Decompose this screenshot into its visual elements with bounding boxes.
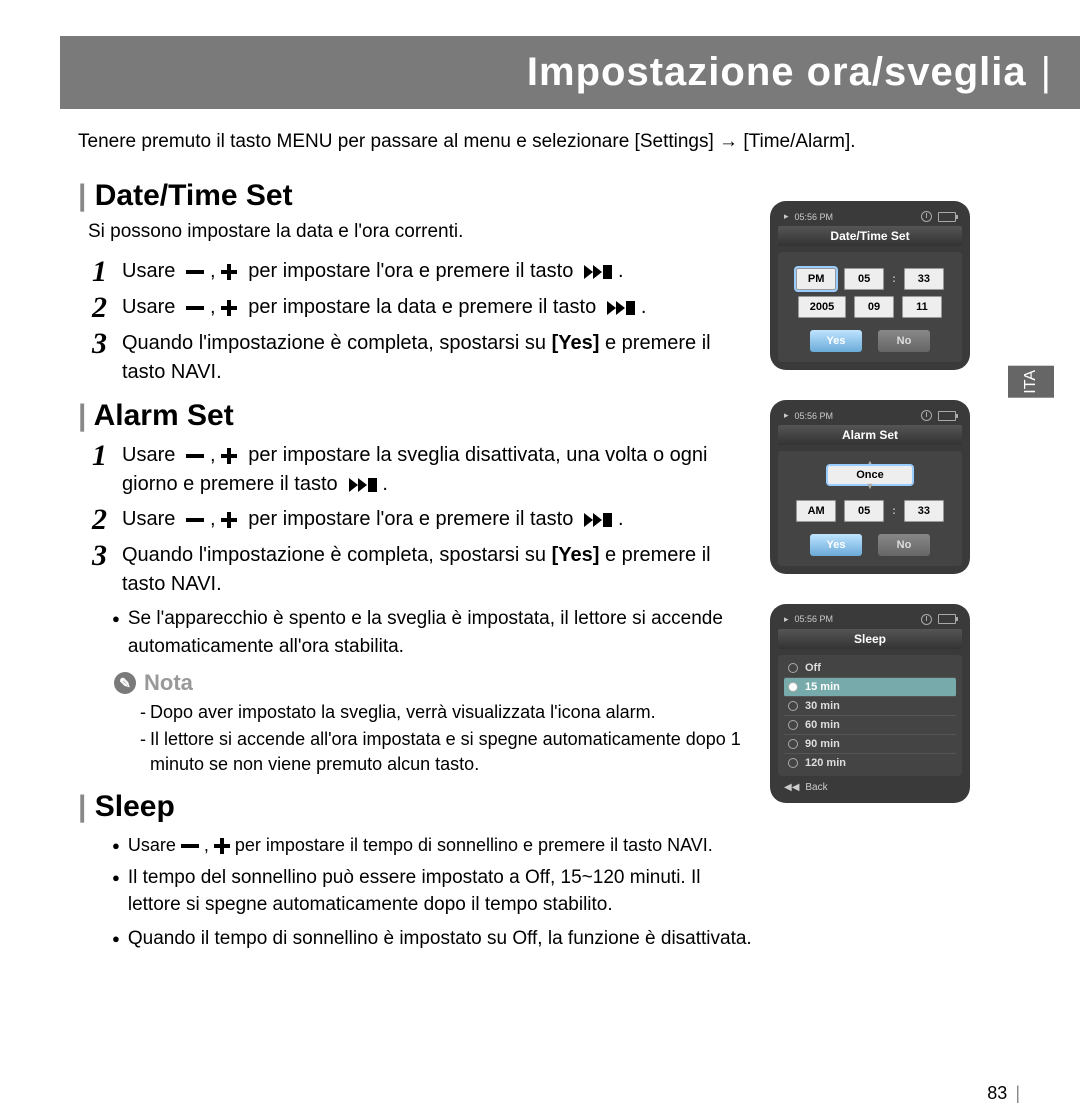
- ampm-cell: AM: [796, 500, 836, 522]
- page-number: 83 |: [987, 1083, 1020, 1104]
- fastforward-icon: [607, 301, 635, 315]
- no-button: No: [878, 330, 930, 352]
- day-cell: 11: [902, 296, 942, 318]
- device-title: Sleep: [778, 629, 962, 649]
- plus-icon: [221, 448, 237, 464]
- battery-icon: [938, 614, 956, 624]
- no-button: No: [878, 534, 930, 556]
- minute-cell: 33: [904, 500, 944, 522]
- sleep-item: 90 min: [784, 735, 956, 754]
- hour-cell: 05: [844, 268, 884, 290]
- plus-icon: [221, 264, 237, 280]
- rewind-icon: ◀◀: [784, 782, 799, 793]
- back-label: Back: [805, 782, 827, 793]
- clock-icon: [921, 614, 932, 625]
- minus-icon: [181, 844, 199, 848]
- datetime-step-1: 1 Usare , per impostare l'ora e premere …: [92, 257, 752, 287]
- page-banner: Impostazione ora/sveglia|: [60, 36, 1080, 109]
- plus-icon: [221, 512, 237, 528]
- alarm-step-3: 3 Quando l'impostazione è completa, spos…: [92, 541, 752, 599]
- yes-button: Yes: [810, 534, 862, 556]
- sleep-item: 15 min: [784, 678, 956, 697]
- device-screenshot-datetime: ▸05:56 PM Date/Time Set PM 05 : 33 2005 …: [770, 201, 970, 370]
- minus-icon: [186, 454, 204, 458]
- alarm-step-1: 1 Usare , per impostare la sveglia disat…: [92, 441, 752, 499]
- month-cell: 09: [854, 296, 894, 318]
- sleep-bullet-3: Quando il tempo di sonnellino è impostat…: [112, 925, 752, 953]
- fastforward-icon: [584, 513, 612, 527]
- nota-item-1: Dopo aver impostato la sveglia, verrà vi…: [140, 700, 752, 725]
- banner-title: Impostazione ora/sveglia: [527, 50, 1027, 94]
- clock-icon: [921, 211, 932, 222]
- year-cell: 2005: [798, 296, 846, 318]
- datetime-step-3: 3 Quando l'impostazione è completa, spos…: [92, 329, 752, 387]
- device-title: Date/Time Set: [778, 226, 962, 246]
- language-tab: ITA: [1008, 366, 1054, 398]
- heading-alarm: Alarm Set: [78, 399, 752, 433]
- clock-icon: [921, 410, 932, 421]
- sleep-bullet-1: Usare , per impostare il tempo di sonnel…: [112, 832, 752, 858]
- alarm-bullet: Se l'apparecchio è spento e la sveglia è…: [112, 605, 752, 660]
- sleep-item: 120 min: [784, 754, 956, 772]
- battery-icon: [938, 411, 956, 421]
- minus-icon: [186, 306, 204, 310]
- nota-header: ✎ Nota: [114, 670, 752, 696]
- yes-button: Yes: [810, 330, 862, 352]
- sleep-item: 30 min: [784, 697, 956, 716]
- minute-cell: 33: [904, 268, 944, 290]
- plus-icon: [214, 838, 230, 854]
- device-title: Alarm Set: [778, 425, 962, 445]
- hour-cell: 05: [844, 500, 884, 522]
- device-screenshot-alarm: ▸05:56 PM Alarm Set ▲ Once ▼ AM 05 : 33: [770, 400, 970, 574]
- nota-icon: ✎: [114, 672, 136, 694]
- ampm-cell: PM: [796, 268, 836, 290]
- datetime-step-2: 2 Usare , per impostare la data e premer…: [92, 293, 752, 323]
- sleep-bullet-2: Il tempo del sonnellino può essere impos…: [112, 864, 752, 919]
- battery-icon: [938, 212, 956, 222]
- minus-icon: [186, 270, 204, 274]
- alarm-step-2: 2 Usare , per impostare l'ora e premere …: [92, 505, 752, 535]
- minus-icon: [186, 518, 204, 522]
- plus-icon: [221, 300, 237, 316]
- sleep-item: Off: [784, 659, 956, 678]
- device-screenshot-sleep: ▸05:56 PM Sleep Off 15 min 30 min 60 min…: [770, 604, 970, 803]
- heading-datetime: Date/Time Set: [78, 179, 752, 213]
- fastforward-icon: [584, 265, 612, 279]
- datetime-sub: Si possono impostare la data e l'ora cor…: [88, 221, 752, 243]
- intro-text: Tenere premuto il tasto MENU per passare…: [78, 131, 1080, 153]
- nota-item-2: Il lettore si accende all'ora impostata …: [140, 727, 752, 777]
- fastforward-icon: [349, 478, 377, 492]
- heading-sleep: Sleep: [78, 790, 752, 824]
- sleep-item: 60 min: [784, 716, 956, 735]
